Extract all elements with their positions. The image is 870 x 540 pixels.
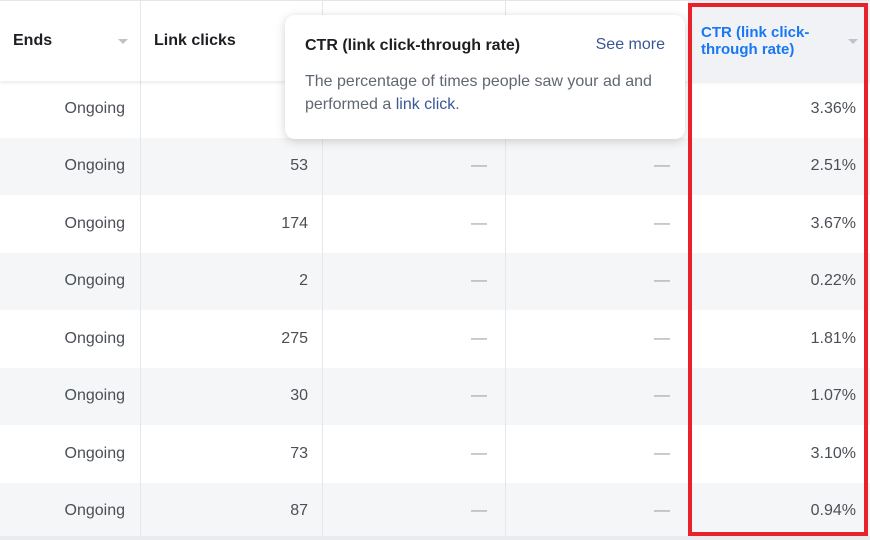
- tooltip-desc-suffix: .: [455, 96, 460, 113]
- ends-cell: Ongoing: [0, 137, 141, 195]
- metric-cell-1: —: [323, 482, 506, 540]
- ctr-cell: 1.81%: [810, 329, 856, 347]
- link-clicks-cell: 73: [141, 425, 323, 483]
- metric-cell-1: —: [323, 137, 506, 195]
- metric-cell-2: —: [506, 367, 689, 425]
- column-header-ctr[interactable]: CTR (link click-through rate): [689, 1, 870, 81]
- link-clicks-cell: 87: [141, 482, 323, 540]
- table-bottom-border: [0, 536, 870, 540]
- metric-cell-2: —: [506, 195, 689, 253]
- table-row[interactable]: Ongoing 275— —1.81%: [0, 310, 870, 368]
- metric-cell-2: —: [506, 425, 689, 483]
- ends-cell: Ongoing: [0, 367, 141, 425]
- sort-caret-icon[interactable]: [118, 39, 128, 44]
- metric-cell-2: —: [506, 310, 689, 368]
- column-header-ends[interactable]: Ends: [0, 1, 141, 81]
- ends-cell: Ongoing: [0, 80, 141, 138]
- table-row[interactable]: Ongoing 73— —3.10%: [0, 425, 870, 483]
- ctr-cell: 3.10%: [810, 444, 856, 462]
- ends-cell: Ongoing: [0, 252, 141, 310]
- ctr-cell: 2.51%: [810, 157, 856, 175]
- metric-cell-1: —: [323, 425, 506, 483]
- metric-cell-1: —: [323, 367, 506, 425]
- sort-caret-icon[interactable]: [848, 39, 858, 44]
- metric-cell-2: —: [506, 482, 689, 540]
- ends-cell: Ongoing: [0, 482, 141, 540]
- column-header-label: CTR (link click-through rate): [701, 24, 810, 58]
- tooltip-desc-prefix: The percentage of times people saw your …: [305, 73, 652, 113]
- ends-cell: Ongoing: [0, 425, 141, 483]
- table-row[interactable]: Ongoing 53— —2.51%: [0, 137, 870, 195]
- metric-cell-1: —: [323, 252, 506, 310]
- link-clicks-cell: 30: [141, 367, 323, 425]
- link-clicks-cell: 275: [141, 310, 323, 368]
- see-more-link[interactable]: See more: [596, 36, 665, 54]
- table-row[interactable]: Ongoing 87— —0.94%: [0, 482, 870, 540]
- metric-cell-2: —: [506, 137, 689, 195]
- table-row[interactable]: Ongoing 30— —1.07%: [0, 367, 870, 425]
- link-clicks-cell: 53: [141, 137, 323, 195]
- metric-cell-1: —: [323, 310, 506, 368]
- ctr-cell: 0.94%: [810, 502, 856, 520]
- metric-cell-2: —: [506, 252, 689, 310]
- ctr-cell: 0.22%: [810, 272, 856, 290]
- link-click-link[interactable]: link click: [396, 96, 456, 113]
- tooltip-description: The percentage of times people saw your …: [305, 70, 665, 116]
- ctr-cell: 3.36%: [810, 99, 856, 117]
- table-row[interactable]: Ongoing 2— —0.22%: [0, 252, 870, 310]
- table-row[interactable]: Ongoing 174— —3.67%: [0, 195, 870, 253]
- metric-cell-1: —: [323, 195, 506, 253]
- link-clicks-cell: 2: [141, 252, 323, 310]
- link-clicks-cell: 174: [141, 195, 323, 253]
- ctr-definition-tooltip: CTR (link click-through rate) See more T…: [285, 15, 685, 139]
- ends-cell: Ongoing: [0, 310, 141, 368]
- ctr-cell: 3.67%: [810, 214, 856, 232]
- column-header-label: Link clicks: [154, 32, 236, 49]
- ends-cell: Ongoing: [0, 195, 141, 253]
- column-header-label: Ends: [13, 32, 53, 49]
- ctr-cell: 1.07%: [810, 387, 856, 405]
